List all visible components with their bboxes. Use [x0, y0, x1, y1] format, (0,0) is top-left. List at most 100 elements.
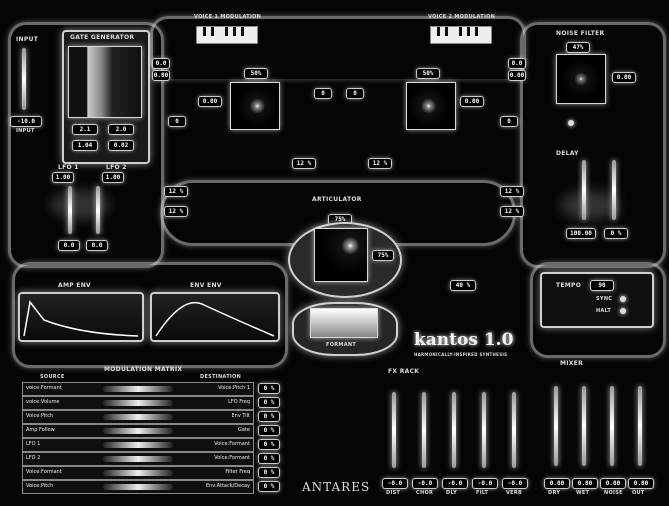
lfo1-sub-value[interactable]: 1.00: [52, 172, 74, 183]
matrix-row[interactable]: voice:Formant Voice:Pitch 1: [22, 382, 254, 396]
voice-right-xy-pad[interactable]: [406, 82, 456, 130]
lfo1-slider[interactable]: [68, 186, 72, 234]
matrix-amount-value[interactable]: 0 %: [258, 439, 280, 450]
matrix-destination[interactable]: Env:Attack/Decay: [206, 483, 250, 489]
matrix-amount-bar[interactable]: [103, 386, 173, 392]
fx-rack-value[interactable]: -0.0: [382, 478, 408, 489]
voice-left-xy-pad[interactable]: [230, 82, 280, 130]
mixer-slider[interactable]: [582, 386, 586, 466]
lfo2-slider[interactable]: [96, 186, 100, 234]
mixer-value[interactable]: 0.00: [600, 478, 626, 489]
matrix-row[interactable]: Voice:Formant Filter Freq: [22, 466, 254, 480]
delay-slider-1[interactable]: [582, 160, 586, 220]
art-right-2[interactable]: 12 %: [500, 206, 524, 217]
delay-slider-2[interactable]: [612, 160, 616, 220]
keyboard-right[interactable]: [430, 26, 492, 44]
voice-right-pct[interactable]: 50%: [416, 68, 440, 79]
mixer-slider[interactable]: [638, 386, 642, 466]
tempo-halt-button[interactable]: [620, 308, 626, 314]
formant-display[interactable]: [310, 308, 378, 338]
fx-rack-slider[interactable]: [422, 392, 426, 468]
matrix-destination[interactable]: Env Tilt: [231, 413, 250, 419]
matrix-amount-value[interactable]: 0 %: [258, 425, 280, 436]
matrix-amount-bar[interactable]: [103, 484, 173, 490]
env-left-2[interactable]: 0.00: [152, 70, 170, 81]
art-top-left[interactable]: 0: [314, 88, 332, 99]
delay-b-value[interactable]: 0 %: [604, 228, 628, 239]
articulator-pad-value[interactable]: 75%: [372, 250, 394, 261]
tempo-value[interactable]: 90: [590, 280, 614, 291]
matrix-amount-value[interactable]: 0 %: [258, 481, 280, 492]
gate-d-value[interactable]: 0.02: [108, 140, 134, 151]
mixer-slider[interactable]: [554, 386, 558, 466]
fx-right-value[interactable]: 0: [500, 116, 518, 127]
noise-value[interactable]: 0.00: [612, 72, 636, 83]
fx-rack-value[interactable]: -0.0: [502, 478, 528, 489]
matrix-amount-value[interactable]: 0 %: [258, 453, 280, 464]
matrix-source[interactable]: voice:Formant: [26, 385, 62, 391]
matrix-amount-value[interactable]: 0 %: [258, 411, 280, 422]
matrix-amount-bar[interactable]: [103, 428, 173, 434]
matrix-destination[interactable]: Voice:Pitch 1: [218, 385, 250, 391]
matrix-destination[interactable]: Voice:Formant: [214, 455, 250, 461]
matrix-amount-bar[interactable]: [103, 470, 173, 476]
input-slider[interactable]: [22, 48, 26, 110]
art-right-1[interactable]: 12 %: [500, 186, 524, 197]
matrix-amount-value[interactable]: 0 %: [258, 383, 280, 394]
matrix-amount-bar[interactable]: [103, 456, 173, 462]
matrix-destination[interactable]: Filter Freq: [225, 469, 250, 475]
fx-rack-slider[interactable]: [392, 392, 396, 468]
matrix-source[interactable]: Voice:Pitch: [26, 483, 53, 489]
matrix-source[interactable]: LFO 2: [26, 455, 40, 461]
art-left-1[interactable]: 12 %: [164, 186, 188, 197]
gate-b-value[interactable]: 2.0: [108, 124, 134, 135]
matrix-amount-value[interactable]: 0 %: [258, 467, 280, 478]
articulator-xy-pad[interactable]: [314, 228, 368, 282]
lfo1-rate-value[interactable]: 0.0: [58, 240, 80, 251]
fx-rack-slider[interactable]: [512, 392, 516, 468]
matrix-amount-value[interactable]: 0 %: [258, 397, 280, 408]
fx-rack-value[interactable]: -0.0: [472, 478, 498, 489]
mixer-slider[interactable]: [610, 386, 614, 466]
matrix-source[interactable]: Voice:Formant: [26, 469, 62, 475]
matrix-amount-bar[interactable]: [103, 400, 173, 406]
lfo2-sub-value[interactable]: 1.00: [102, 172, 124, 183]
matrix-destination[interactable]: Voice:Formant: [214, 441, 250, 447]
matrix-row[interactable]: Voice:Pitch Env Tilt: [22, 410, 254, 424]
input-gain-value[interactable]: -10.0: [10, 116, 42, 127]
fx-rack-value[interactable]: -0.0: [442, 478, 468, 489]
fx-rack-value[interactable]: -0.0: [412, 478, 438, 489]
matrix-row[interactable]: Voice:Pitch Env:Attack/Decay: [22, 480, 254, 494]
env-env-display[interactable]: [150, 292, 280, 342]
gate-c-value[interactable]: 1.04: [72, 140, 98, 151]
matrix-source[interactable]: Voice:Pitch: [26, 413, 53, 419]
matrix-row[interactable]: Amp Follow Gate: [22, 424, 254, 438]
noise-pct[interactable]: 47%: [566, 42, 590, 53]
matrix-row[interactable]: LFO 1 Voice:Formant: [22, 438, 254, 452]
amp-env-display[interactable]: [18, 292, 144, 342]
noise-active-button[interactable]: [568, 120, 574, 126]
env-left-1[interactable]: 0.0: [152, 58, 170, 69]
matrix-source[interactable]: voice:Volume: [26, 399, 60, 405]
matrix-amount-bar[interactable]: [103, 414, 173, 420]
matrix-source[interactable]: LFO 1: [26, 441, 40, 447]
formant-pct-value[interactable]: 40 %: [450, 280, 476, 291]
voice-left-pct[interactable]: 50%: [244, 68, 268, 79]
matrix-row[interactable]: LFO 2 Voice:Formant: [22, 452, 254, 466]
art-top-right[interactable]: 0: [346, 88, 364, 99]
voice-right-val[interactable]: 0.00: [460, 96, 484, 107]
keyboard-left[interactable]: [196, 26, 258, 44]
matrix-row[interactable]: voice:Volume LFO Freq: [22, 396, 254, 410]
env-right-1[interactable]: 0.0: [508, 58, 526, 69]
matrix-amount-bar[interactable]: [103, 442, 173, 448]
mixer-value[interactable]: 0.00: [544, 478, 570, 489]
fx-rack-slider[interactable]: [482, 392, 486, 468]
fx-left-value[interactable]: 0: [168, 116, 186, 127]
mixer-value[interactable]: 0.00: [628, 478, 654, 489]
mixer-value[interactable]: 0.00: [572, 478, 598, 489]
art-left-2[interactable]: 12 %: [164, 206, 188, 217]
matrix-destination[interactable]: Gate: [238, 427, 250, 433]
env-right-2[interactable]: 0.00: [508, 70, 526, 81]
lfo2-rate-value[interactable]: 0.0: [86, 240, 108, 251]
fx-rack-slider[interactable]: [452, 392, 456, 468]
